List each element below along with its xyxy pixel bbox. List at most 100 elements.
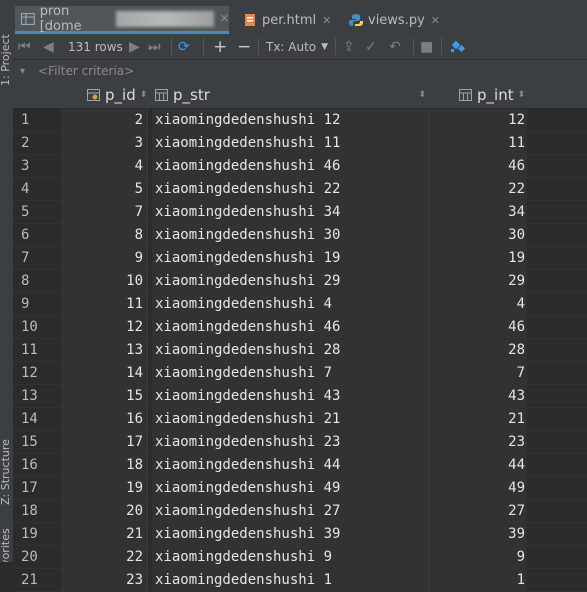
cell-p-str[interactable]: xiaomingdedenshushi 22 xyxy=(152,178,430,200)
previous-page-icon[interactable]: ◀ xyxy=(43,37,54,56)
cell-p-str[interactable]: xiaomingdedenshushi 27 xyxy=(152,500,430,522)
cell-p-id[interactable]: 18 xyxy=(61,454,148,476)
cell-p-id[interactable]: 22 xyxy=(61,546,148,568)
column-header-p-int[interactable]: p_int ⬍ xyxy=(459,82,525,108)
cell-p-int[interactable]: 30 xyxy=(431,224,527,246)
tab-per-html[interactable]: per.html ✕ xyxy=(237,6,341,34)
cell-p-str[interactable]: xiaomingdedenshushi 46 xyxy=(152,316,430,338)
sort-icon[interactable]: ⬍ xyxy=(140,90,148,100)
cell-p-int[interactable]: 49 xyxy=(431,477,527,499)
cell-p-id[interactable]: 17 xyxy=(61,431,148,453)
column-header-p-id[interactable]: p_id ⬍ xyxy=(87,82,147,108)
stop-icon[interactable]: ■ xyxy=(420,37,433,56)
cell-p-int[interactable]: 7 xyxy=(431,362,527,384)
cell-p-str[interactable]: xiaomingdedenshushi 1 xyxy=(152,569,430,591)
sort-icon[interactable]: ⬍ xyxy=(518,90,526,100)
cell-p-str[interactable]: xiaomingdedenshushi 30 xyxy=(152,224,430,246)
table-row[interactable]: 15 17 xiaomingdedenshushi 23 23 xyxy=(13,431,587,454)
cell-p-str[interactable]: xiaomingdedenshushi 9 xyxy=(152,546,430,568)
cell-p-str[interactable]: xiaomingdedenshushi 12 xyxy=(152,109,430,131)
cell-p-int[interactable]: 1 xyxy=(431,569,527,591)
cell-p-int[interactable]: 39 xyxy=(431,523,527,545)
cell-p-int[interactable]: 46 xyxy=(431,316,527,338)
sort-icon[interactable]: ⬍ xyxy=(418,90,426,100)
cell-p-str[interactable]: xiaomingdedenshushi 43 xyxy=(152,385,430,407)
cell-p-str[interactable]: xiaomingdedenshushi 23 xyxy=(152,431,430,453)
project-tool-tab[interactable]: 1: Project xyxy=(0,0,12,86)
table-row[interactable]: 3 4 xiaomingdedenshushi 46 46 xyxy=(13,155,587,178)
cell-p-id[interactable]: 13 xyxy=(61,339,148,361)
cell-p-id[interactable]: 21 xyxy=(61,523,148,545)
cell-p-id[interactable]: 2 xyxy=(61,109,148,131)
table-row[interactable]: 11 13 xiaomingdedenshushi 28 28 xyxy=(13,339,587,362)
cell-p-int[interactable]: 44 xyxy=(431,454,527,476)
table-row[interactable]: 16 18 xiaomingdedenshushi 44 44 xyxy=(13,454,587,477)
cell-p-int[interactable]: 11 xyxy=(431,132,527,154)
submit-icon[interactable]: ⇪ xyxy=(343,37,355,56)
cell-p-int[interactable]: 43 xyxy=(431,385,527,407)
table-row[interactable]: 2 3 xiaomingdedenshushi 11 11 xyxy=(13,132,587,155)
table-row[interactable]: 17 19 xiaomingdedenshushi 49 49 xyxy=(13,477,587,500)
revert-icon[interactable]: ↶ xyxy=(389,37,401,56)
table-row[interactable]: 10 12 xiaomingdedenshushi 46 46 xyxy=(13,316,587,339)
row-count-label[interactable]: 131 rows xyxy=(68,37,123,56)
cell-p-int[interactable]: 9 xyxy=(431,546,527,568)
close-icon[interactable]: ✕ xyxy=(322,14,331,27)
transaction-settings-icon[interactable] xyxy=(449,37,467,56)
cell-p-int[interactable]: 29 xyxy=(431,270,527,292)
cell-p-id[interactable]: 19 xyxy=(61,477,148,499)
table-row[interactable]: 9 11 xiaomingdedenshushi 44 xyxy=(13,293,587,316)
table-row[interactable]: 21 23 xiaomingdedenshushi 11 xyxy=(13,569,587,592)
cell-p-str[interactable]: xiaomingdedenshushi 46 xyxy=(152,155,430,177)
cell-p-id[interactable]: 15 xyxy=(61,385,148,407)
table-row[interactable]: 7 9 xiaomingdedenshushi 19 19 xyxy=(13,247,587,270)
cell-p-id[interactable]: 16 xyxy=(61,408,148,430)
cell-p-id[interactable]: 9 xyxy=(61,247,148,269)
cell-p-int[interactable]: 12 xyxy=(431,109,527,131)
cell-p-str[interactable]: xiaomingdedenshushi 19 xyxy=(152,247,430,269)
cell-p-id[interactable]: 7 xyxy=(61,201,148,223)
cell-p-str[interactable]: xiaomingdedenshushi 11 xyxy=(152,132,430,154)
cell-p-int[interactable]: 21 xyxy=(431,408,527,430)
table-row[interactable]: 13 15 xiaomingdedenshushi 43 43 xyxy=(13,385,587,408)
table-row[interactable]: 5 7 xiaomingdedenshushi 34 34 xyxy=(13,201,587,224)
cell-p-str[interactable]: xiaomingdedenshushi 21 xyxy=(152,408,430,430)
tx-mode-dropdown[interactable]: Tx: Auto ▼ xyxy=(266,37,328,56)
cell-p-id[interactable]: 14 xyxy=(61,362,148,384)
table-row[interactable]: 12 14 xiaomingdedenshushi 77 xyxy=(13,362,587,385)
table-row[interactable]: 20 22 xiaomingdedenshushi 99 xyxy=(13,546,587,569)
cell-p-int[interactable]: 4 xyxy=(431,293,527,315)
cell-p-id[interactable]: 4 xyxy=(61,155,148,177)
cell-p-id[interactable]: 11 xyxy=(61,293,148,315)
cell-p-id[interactable]: 5 xyxy=(61,178,148,200)
close-icon[interactable]: ✕ xyxy=(220,12,229,25)
table-row[interactable]: 8 10 xiaomingdedenshushi 29 29 xyxy=(13,270,587,293)
cell-p-int[interactable]: 34 xyxy=(431,201,527,223)
cell-p-str[interactable]: xiaomingdedenshushi 44 xyxy=(152,454,430,476)
cell-p-int[interactable]: 46 xyxy=(431,155,527,177)
cell-p-id[interactable]: 10 xyxy=(61,270,148,292)
filter-criteria-input[interactable]: <Filter criteria> xyxy=(38,64,134,78)
add-row-icon[interactable]: + xyxy=(213,37,227,57)
tab-views-py[interactable]: views.py ✕ xyxy=(343,6,449,34)
cell-p-id[interactable]: 20 xyxy=(61,500,148,522)
cell-p-str[interactable]: xiaomingdedenshushi 4 xyxy=(152,293,430,315)
column-header-p-str[interactable]: p_str ⬍ xyxy=(155,82,430,108)
refresh-icon[interactable]: ⟳ xyxy=(178,37,190,56)
last-page-icon[interactable]: ⏭ xyxy=(148,37,161,56)
close-icon[interactable]: ✕ xyxy=(431,14,440,27)
delete-row-icon[interactable]: − xyxy=(237,37,251,57)
cell-p-str[interactable]: xiaomingdedenshushi 39 xyxy=(152,523,430,545)
table-row[interactable]: 18 20 xiaomingdedenshushi 27 27 xyxy=(13,500,587,523)
cell-p-id[interactable]: 8 xyxy=(61,224,148,246)
cell-p-id[interactable]: 12 xyxy=(61,316,148,338)
cell-p-id[interactable]: 23 xyxy=(61,569,148,591)
cell-p-str[interactable]: xiaomingdedenshushi 34 xyxy=(152,201,430,223)
first-page-icon[interactable]: ⏮ xyxy=(18,37,31,56)
cell-p-str[interactable]: xiaomingdedenshushi 7 xyxy=(152,362,430,384)
cell-p-int[interactable]: 19 xyxy=(431,247,527,269)
table-row[interactable]: 14 16 xiaomingdedenshushi 21 21 xyxy=(13,408,587,431)
cell-p-int[interactable]: 23 xyxy=(431,431,527,453)
tab-pron-table[interactable]: pron [dome ✕ xyxy=(15,4,229,34)
cell-p-str[interactable]: xiaomingdedenshushi 28 xyxy=(152,339,430,361)
